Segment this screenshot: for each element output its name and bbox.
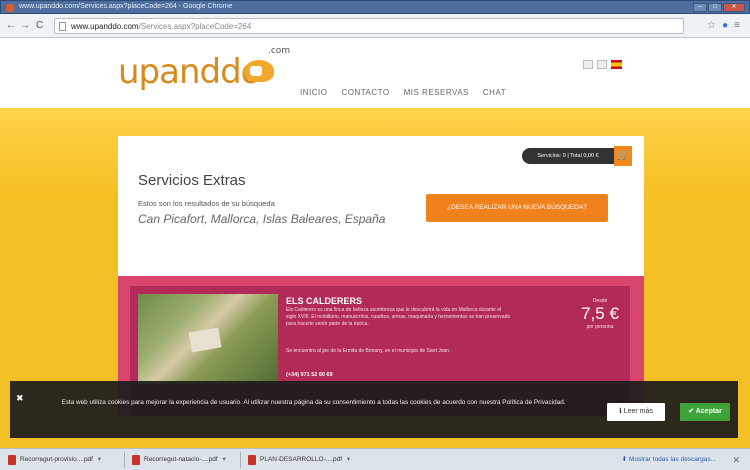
window-controls: – □ ✕ (693, 3, 745, 12)
main-nav: INICIO CONTACTO MIS RESERVAS CHAT (300, 88, 506, 97)
service-photo[interactable] (138, 294, 278, 384)
divider (240, 452, 241, 468)
pdf-file-icon (8, 455, 16, 465)
browser-toolbar: ← → C www.upanddo.com/Services.aspx?plac… (0, 14, 750, 38)
window-titlebar: www.upanddo.com/Services.aspx?placeCode=… (0, 0, 750, 14)
download-item[interactable]: Recorregut-natacio-....pdf ▾ (132, 453, 226, 467)
download-filename: Recorregut-natacio-....pdf (144, 456, 218, 463)
bookmark-star-icon[interactable]: ☆ (707, 20, 716, 31)
url-path: /Services.aspx?placeCode=264 (138, 22, 252, 31)
price-unit: por persona (586, 324, 614, 330)
cookie-banner: ✖ Esta web utiliza cookies para mejorar … (10, 381, 738, 438)
site-logo[interactable]: upanddo .com (118, 46, 290, 92)
site-header: upanddo .com INICIO CONTACTO MIS RESERVA… (0, 38, 750, 108)
chevron-down-icon[interactable]: ▾ (98, 456, 101, 463)
language-option-icon[interactable] (597, 60, 607, 69)
address-input[interactable]: www.upanddo.com/Services.aspx?placeCode=… (54, 18, 684, 34)
close-window-button[interactable]: ✕ (723, 3, 745, 12)
cart-icon[interactable]: 🛒 (614, 146, 632, 166)
nav-inicio[interactable]: INICIO (300, 88, 327, 97)
read-more-button[interactable]: ℹ Leer más (607, 403, 665, 421)
new-search-button[interactable]: ¿DESEA REALIZAR UNA NUEVA BÚSQUEDA? (426, 194, 608, 222)
extension-icon[interactable]: ● (722, 20, 728, 31)
close-downloads-icon[interactable]: ✕ (732, 453, 740, 467)
service-title[interactable]: ELS CALDERERS (286, 296, 362, 306)
chevron-down-icon[interactable]: ▾ (347, 456, 350, 463)
service-location: Se encuentra al pie de la Ermita de Bona… (286, 348, 451, 354)
download-item[interactable]: Recorregut-provisio....pdf ▾ (8, 453, 101, 467)
results-subtitle: Estos son los resultados de su búsqueda (138, 199, 275, 208)
language-option-icon[interactable] (583, 60, 593, 69)
download-filename: Recorregut-provisio....pdf (20, 456, 93, 463)
cookie-close-icon[interactable]: ✖ (16, 393, 24, 404)
cookie-message: Esta web utiliza cookies para mejorar la… (61, 399, 566, 406)
toolbar-icons: ☆ ● ≡ (707, 20, 740, 31)
service-phone: (+34) 971 52 60 69 (286, 372, 333, 378)
minimize-button[interactable]: – (693, 3, 707, 12)
search-location: Can Picafort, Mallorca, Islas Baleares, … (138, 212, 386, 226)
service-price: 7,5 € (581, 304, 619, 323)
service-description: Els Calderers es una finca de belleza as… (286, 307, 511, 327)
reload-button[interactable]: C (36, 20, 43, 32)
show-all-downloads-link[interactable]: ⬇ Mostrar todas las descargas... (622, 453, 716, 467)
accept-cookies-button[interactable]: ✔ Aceptar (680, 403, 730, 421)
pdf-file-icon (132, 455, 140, 465)
nav-chat[interactable]: CHAT (483, 88, 506, 97)
pdf-file-icon (248, 455, 256, 465)
divider (124, 452, 125, 468)
logo-text: upanddo (118, 52, 261, 92)
language-selector (583, 60, 622, 69)
logo-com: .com (268, 46, 291, 56)
cart-summary[interactable]: Servicios: 0 | Total 0,00 € (522, 148, 614, 164)
chrome-favicon-icon (6, 4, 14, 12)
maximize-button[interactable]: □ (708, 3, 722, 12)
chevron-down-icon[interactable]: ▾ (223, 456, 226, 463)
nav-contacto[interactable]: CONTACTO (341, 88, 389, 97)
page-title: Servicios Extras (138, 172, 246, 189)
window-title: www.upanddo.com/Services.aspx?placeCode=… (19, 3, 233, 10)
back-button[interactable]: ← (6, 20, 16, 32)
downloads-shelf: Recorregut-provisio....pdf ▾ Recorregut-… (0, 448, 750, 470)
logo-suitcase-icon (244, 60, 274, 82)
url-text: www.upanddo.com/Services.aspx?placeCode=… (71, 22, 251, 31)
services-panel: Servicios: 0 | Total 0,00 € 🛒 Servicios … (118, 136, 644, 416)
forward-button[interactable]: → (20, 20, 30, 32)
menu-icon[interactable]: ≡ (734, 20, 740, 31)
download-item[interactable]: PLAN-DESARROLLO-....pdf ▾ (248, 453, 350, 467)
url-host: www.upanddo.com (71, 22, 139, 31)
spain-flag-icon[interactable] (611, 60, 622, 69)
nav-mis-reservas[interactable]: MIS RESERVAS (404, 88, 469, 97)
download-filename: PLAN-DESARROLLO-....pdf (260, 456, 342, 463)
page-icon (59, 22, 66, 31)
